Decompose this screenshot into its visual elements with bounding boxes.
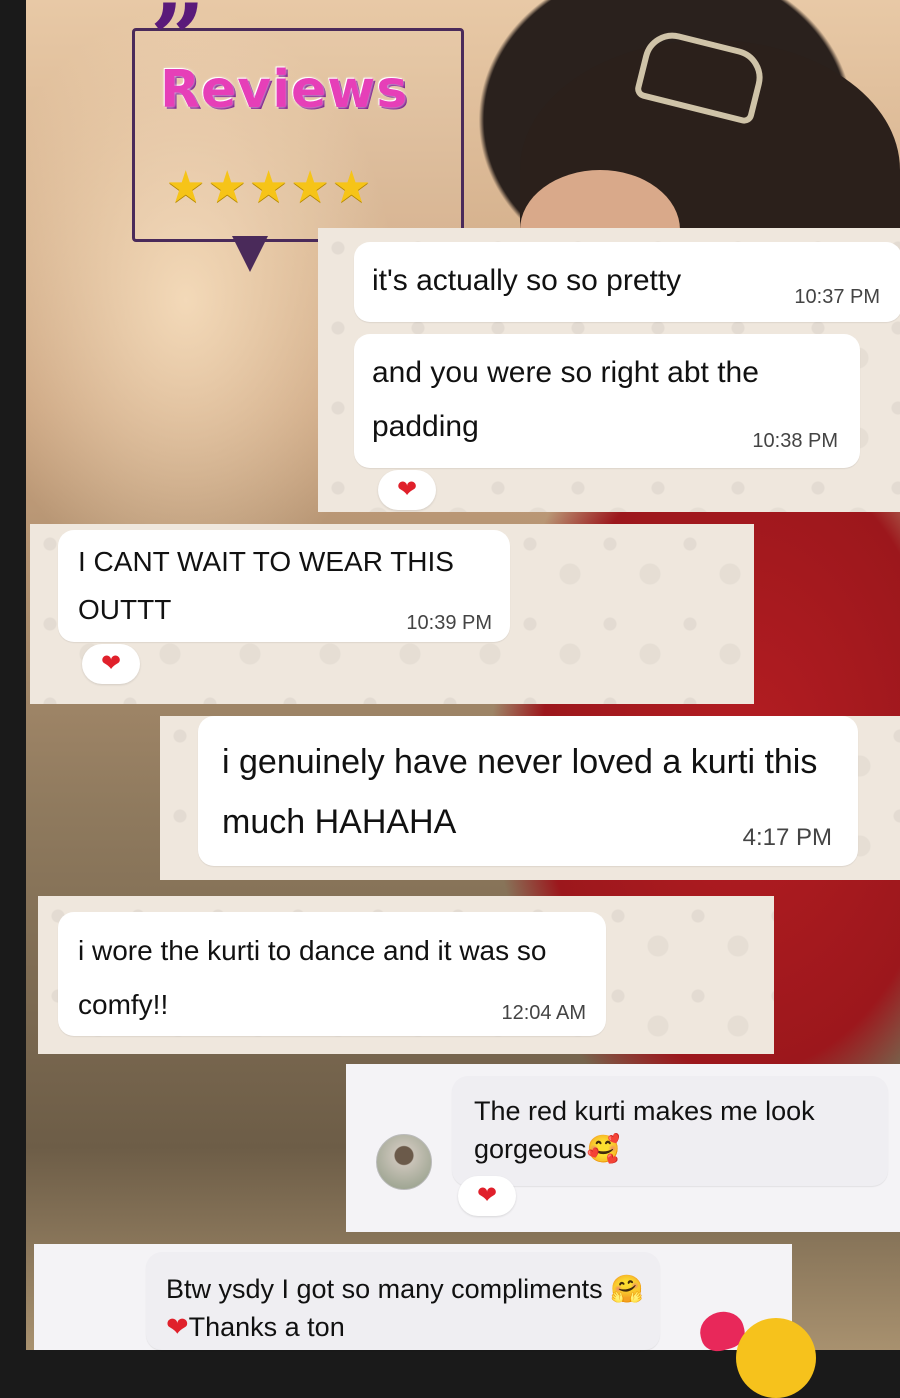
rating-stars: ★★★★★ bbox=[166, 163, 374, 212]
reaction-pill[interactable]: ❤ bbox=[82, 644, 140, 684]
heart-icon: ❤ bbox=[100, 650, 122, 677]
message-time: 12:04 AM bbox=[501, 1002, 586, 1024]
message-text-tail: Thanks a ton bbox=[188, 1312, 345, 1342]
message-bubble-3: I CANT WAIT TO WEAR THIS OUTTT 10:39 PM bbox=[58, 530, 510, 642]
message-text-body: Btw ysdy I got so many compliments bbox=[166, 1274, 603, 1304]
reaction-pill[interactable]: ❤ bbox=[378, 470, 436, 510]
message-text: it's actually so so pretty bbox=[372, 264, 682, 297]
message-bubble-1: it's actually so so pretty 10:37 PM bbox=[354, 242, 900, 322]
message-bubble-4: i genuinely have never loved a kurti thi… bbox=[198, 716, 858, 866]
message-time: 10:39 PM bbox=[406, 612, 492, 634]
smiley-sticker-icon bbox=[736, 1318, 816, 1398]
heart-icon: ❤ bbox=[396, 476, 418, 503]
message-time: 4:17 PM bbox=[742, 824, 832, 851]
message-text: Btw ysdy I got so many compliments 🤗 ❤Tha… bbox=[166, 1270, 656, 1346]
message-bubble-2: and you were so right abt the padding 10… bbox=[354, 334, 860, 468]
message-bubble-6: The red kurti makes me look gorgeous🥰 bbox=[452, 1076, 888, 1186]
message-text: The red kurti makes me look gorgeous🥰 bbox=[474, 1092, 874, 1168]
emoji-smiling-hearts-icon: 🥰 bbox=[586, 1134, 621, 1164]
message-bubble-7: Btw ysdy I got so many compliments 🤗 ❤Tha… bbox=[146, 1252, 660, 1350]
reaction-pill[interactable]: ❤ bbox=[458, 1176, 516, 1216]
heart-icon: ❤ bbox=[476, 1182, 498, 1209]
emoji-hugging-icon: 🤗 bbox=[610, 1274, 644, 1304]
message-text-body: The red kurti makes me look gorgeous bbox=[474, 1096, 815, 1164]
reviews-title: Reviews bbox=[160, 60, 409, 120]
heart-icon: ❤ bbox=[166, 1312, 189, 1342]
message-bubble-5: i wore the kurti to dance and it was so … bbox=[58, 912, 606, 1036]
avatar[interactable] bbox=[376, 1134, 432, 1190]
message-time: 10:37 PM bbox=[794, 286, 880, 308]
message-time: 10:38 PM bbox=[752, 430, 838, 452]
badge-tail bbox=[232, 236, 268, 272]
